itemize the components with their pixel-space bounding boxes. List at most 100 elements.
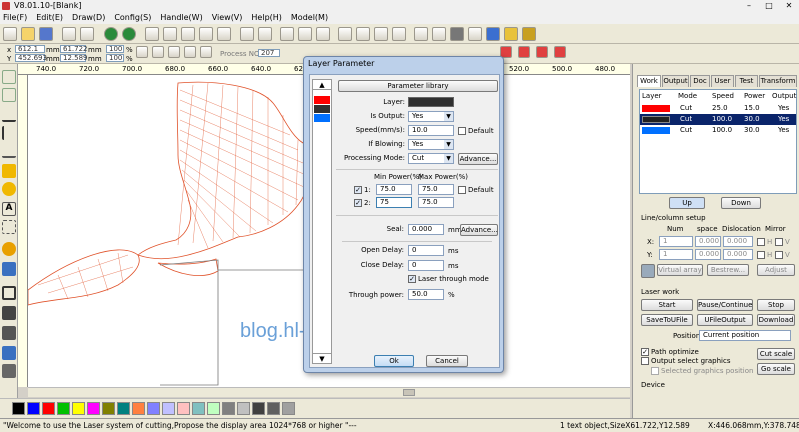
start-button[interactable]: Start <box>641 299 693 311</box>
export-icon[interactable] <box>80 27 94 41</box>
tab-user[interactable]: User <box>711 75 734 87</box>
layer-row-3[interactable]: Cut 100.0 30.0 Yes <box>640 125 796 136</box>
mirror-h-x-checkbox[interactable] <box>757 238 765 246</box>
align-right-icon[interactable] <box>168 46 180 58</box>
tab-output[interactable]: Output <box>662 75 689 87</box>
is-output-select[interactable]: Yes ▼ <box>408 111 454 122</box>
x-coord-input[interactable]: 612.1 <box>15 45 45 53</box>
strip-layer-black[interactable] <box>314 105 330 113</box>
palette-swatch[interactable] <box>222 402 235 415</box>
strip-layer-red[interactable] <box>314 96 330 104</box>
mirror-v-x-checkbox[interactable] <box>775 238 783 246</box>
dislocation-x-input[interactable]: 0.000 <box>723 236 753 247</box>
tab-work[interactable]: Work <box>637 75 661 87</box>
bitmap-icon[interactable] <box>392 27 406 41</box>
zoom-fit-icon[interactable] <box>181 27 195 41</box>
power1-min-input[interactable]: 75.0 <box>376 184 412 195</box>
palette-swatch[interactable] <box>132 402 145 415</box>
tab-transform[interactable]: Transform <box>759 75 797 87</box>
ok-button[interactable]: Ok <box>374 355 414 367</box>
layer-down-button[interactable]: Down <box>721 197 761 209</box>
puzzle-icon[interactable] <box>504 27 518 41</box>
blowing-select[interactable]: Yes ▼ <box>408 139 454 150</box>
palette-swatch[interactable] <box>72 402 85 415</box>
rectangle-icon[interactable] <box>280 27 294 41</box>
layer-up-button[interactable]: Up <box>669 197 705 209</box>
more-tools-icon[interactable] <box>2 364 16 378</box>
zoom-in-icon[interactable] <box>145 27 159 41</box>
polyline-tool-icon[interactable] <box>2 126 16 140</box>
num-y-input[interactable]: 1 <box>659 249 693 260</box>
palette-swatch[interactable] <box>237 402 250 415</box>
palette-swatch[interactable] <box>102 402 115 415</box>
menu-config[interactable]: Config(S) <box>114 12 151 24</box>
ufile-output-button[interactable]: UFileOutput <box>697 314 753 326</box>
processing-mode-select[interactable]: Cut ▼ <box>408 153 454 164</box>
polygon-icon[interactable] <box>316 27 330 41</box>
strip-layer-blue[interactable] <box>314 114 330 122</box>
zoom-page-icon[interactable] <box>199 27 213 41</box>
palette-swatch[interactable] <box>42 402 55 415</box>
power1-max-input[interactable]: 75.0 <box>418 184 454 195</box>
ellipse-icon[interactable] <box>298 27 312 41</box>
parameter-library-button[interactable]: Parameter library <box>338 80 498 92</box>
node-icon[interactable] <box>432 27 446 41</box>
num-x-input[interactable]: 1 <box>659 236 693 247</box>
selected-position-checkbox[interactable] <box>651 367 659 375</box>
strip-up-arrow-icon[interactable]: ▲ <box>313 80 331 90</box>
mirror-v-icon[interactable] <box>518 46 530 58</box>
distribute-icon[interactable] <box>554 46 566 58</box>
text-icon[interactable] <box>374 27 388 41</box>
cloud-icon[interactable] <box>450 27 464 41</box>
palette-swatch[interactable] <box>267 402 280 415</box>
through-power-input[interactable]: 50.0 <box>408 289 444 300</box>
dislocation-y-input[interactable]: 0.000 <box>723 249 753 260</box>
mirror-v-y-checkbox[interactable] <box>775 251 783 259</box>
menu-file[interactable]: File(F) <box>3 12 27 24</box>
rectangle-tool-icon[interactable] <box>2 164 16 178</box>
position-select[interactable]: Current position <box>699 330 791 341</box>
palette-swatch[interactable] <box>162 402 175 415</box>
delete-tool-icon[interactable] <box>2 286 16 300</box>
power1-checkbox[interactable]: ✓ <box>354 186 362 194</box>
process-number-input[interactable]: 207 <box>258 49 280 57</box>
stop-button[interactable]: Stop <box>757 299 795 311</box>
array-grid-icon[interactable] <box>641 264 655 278</box>
seal-input[interactable]: 0.000 <box>408 224 444 235</box>
node-edit-icon[interactable] <box>2 88 16 102</box>
pointer-tool-icon[interactable] <box>2 70 16 84</box>
close-button[interactable]: ✕ <box>779 0 799 12</box>
open-delay-input[interactable]: 0 <box>408 245 444 256</box>
advance-mode-button[interactable]: Advance... <box>458 153 498 165</box>
width-input[interactable]: 61.722 <box>60 45 88 53</box>
laser-through-checkbox[interactable]: ✓ <box>408 275 416 283</box>
mirror-h-y-checkbox[interactable] <box>757 251 765 259</box>
space-x-input[interactable]: 0.000 <box>695 236 721 247</box>
horizontal-scrollbar[interactable] <box>28 387 630 397</box>
align-top-icon[interactable] <box>184 46 196 58</box>
camera-icon[interactable] <box>468 27 482 41</box>
align-left-icon[interactable] <box>152 46 164 58</box>
point-tool-icon[interactable] <box>2 220 16 234</box>
palette-swatch[interactable] <box>117 402 130 415</box>
zoom-select-icon[interactable] <box>217 27 231 41</box>
menu-handle[interactable]: Handle(W) <box>160 12 202 24</box>
space-y-input[interactable]: 0.000 <box>695 249 721 260</box>
go-scale-button[interactable]: Go scale <box>757 363 795 375</box>
advance-seal-button[interactable]: Advance... <box>460 224 498 236</box>
lock-ratio-icon[interactable] <box>136 46 148 58</box>
scale-y-input[interactable]: 100 <box>106 54 124 62</box>
curve-icon[interactable] <box>356 27 370 41</box>
grid-tool-icon[interactable] <box>2 262 16 276</box>
redo-icon[interactable] <box>122 27 136 41</box>
open-folder-icon[interactable] <box>21 27 35 41</box>
rotate-icon[interactable] <box>536 46 548 58</box>
layer-row-1[interactable]: Cut 25.0 15.0 Yes <box>640 103 796 114</box>
cut-scale-button[interactable]: Cut scale <box>757 348 795 360</box>
pause-continue-button[interactable]: Pause/Continue <box>697 299 753 311</box>
bestrew-button[interactable]: Bestrew... <box>707 264 749 276</box>
zoom-out-icon[interactable] <box>163 27 177 41</box>
cancel-button[interactable]: Cancel <box>426 355 468 367</box>
palette-swatch[interactable] <box>177 402 190 415</box>
palette-swatch[interactable] <box>57 402 70 415</box>
